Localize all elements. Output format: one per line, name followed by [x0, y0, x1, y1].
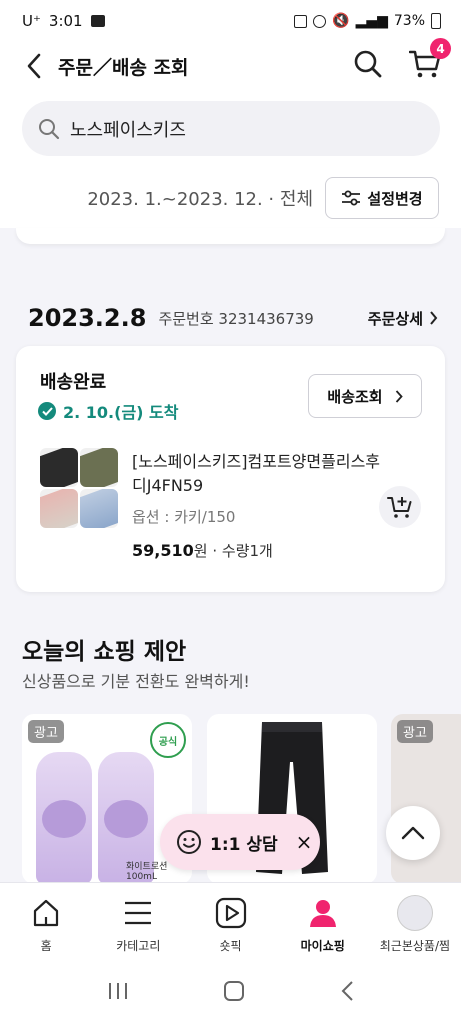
nav-shortpick-label: 숏픽	[219, 939, 242, 953]
nav-recent[interactable]: 최근본상품/찜	[369, 883, 461, 962]
filter-settings-label: 설정변경	[367, 189, 423, 208]
menu-icon	[120, 895, 156, 931]
track-delivery-button[interactable]: 배송조회	[308, 374, 422, 418]
order-card: 배송완료 2. 10.(금) 도착 배송조회 [노스페이스키즈]컴포트양면플리스…	[16, 346, 445, 592]
track-delivery-label: 배송조회	[327, 387, 383, 406]
cart-button[interactable]: 4	[408, 38, 451, 83]
order-detail-label: 주문상세	[367, 309, 423, 328]
nav-category-label: 카테고리	[116, 939, 161, 953]
alarm-icon	[313, 14, 327, 28]
clock: 3:01	[48, 12, 83, 30]
back-arrow-icon	[27, 53, 41, 79]
nav-myshopping[interactable]: 마이쇼핑	[277, 883, 369, 962]
chat-consult-button[interactable]: 1:1 상담 ×	[160, 814, 320, 870]
nav-category[interactable]: 카테고리	[92, 883, 184, 962]
back-chevron-icon	[341, 981, 353, 1001]
add-to-cart-button[interactable]	[379, 486, 421, 528]
battery-level: 73%	[393, 13, 425, 29]
person-icon	[305, 895, 341, 931]
recommended-product-card[interactable]: 광고	[391, 714, 461, 884]
filter-settings-button[interactable]: 설정변경	[325, 177, 439, 219]
recent-apps-icon	[109, 983, 128, 999]
product-thumbnail[interactable]	[40, 448, 118, 528]
order-detail-link[interactable]: 주문상세	[368, 308, 438, 329]
play-icon	[213, 895, 249, 931]
period-filter: 2023. 1.~2023. 12. · 전체 설정변경	[0, 168, 461, 228]
notification-icon	[294, 14, 308, 28]
gallery-notification-icon	[90, 15, 105, 27]
arrival-info: 2. 10.(금) 도착	[38, 399, 178, 423]
home-square-icon	[224, 981, 245, 1001]
recommendation-subtitle: 신상품으로 기분 전환도 완벽하게!	[22, 672, 250, 691]
close-icon[interactable]: ×	[296, 830, 313, 854]
delivery-status: 배송완료	[40, 372, 107, 393]
nav-shortpick[interactable]: 숏픽	[184, 883, 276, 962]
search-icon	[354, 50, 382, 78]
check-circle-icon	[38, 402, 56, 420]
product-price: 59,510원 · 수량1개	[132, 540, 273, 561]
bottom-navigation: 홈 카테고리 숏픽 마이쇼핑 최근본상품/찜	[0, 882, 461, 962]
chevron-right-icon	[430, 311, 438, 325]
chevron-up-icon	[401, 826, 425, 840]
order-date: 2023.2.8	[28, 304, 147, 332]
chevron-right-icon	[395, 389, 403, 403]
search-query: 노스페이스키즈	[70, 119, 186, 141]
price-value: 59,510	[132, 541, 194, 560]
sliders-icon	[342, 190, 361, 206]
app-bar: 주문／배송 조회 4	[0, 38, 461, 90]
previous-order-card	[16, 228, 445, 244]
product-image	[36, 752, 92, 884]
recent-apps-button[interactable]	[107, 981, 129, 1005]
recent-products-icon	[396, 895, 433, 931]
cart-count-badge: 4	[430, 38, 451, 59]
ad-badge: 광고	[28, 720, 64, 743]
smile-icon	[177, 830, 201, 854]
period-range: 2023. 1.~2023. 12. · 전체	[87, 189, 313, 210]
home-button[interactable]	[223, 980, 245, 1006]
page-title: 주문／배송 조회	[58, 56, 189, 79]
scroll-to-top-button[interactable]	[386, 806, 440, 860]
chat-label: 1:1 상담	[210, 834, 278, 855]
mute-icon: 🔇	[332, 13, 350, 29]
official-badge: 공식	[150, 722, 186, 758]
recommendation-title: 오늘의 쇼핑 제안	[22, 639, 187, 665]
home-icon	[28, 895, 64, 931]
nav-home-label: 홈	[40, 939, 52, 953]
arrival-date: 2. 10.(금) 도착	[63, 403, 179, 422]
system-navigation-bar	[0, 962, 461, 1024]
signal-icon: ▂▄▆	[355, 13, 388, 29]
battery-icon	[431, 13, 441, 29]
search-input[interactable]: 노스페이스키즈	[22, 101, 440, 156]
product-option: 옵션 : 카키/150	[132, 508, 236, 526]
nav-home[interactable]: 홈	[0, 883, 92, 962]
cart-plus-icon	[387, 497, 412, 518]
back-system-button[interactable]	[340, 980, 354, 1006]
ad-badge: 광고	[397, 720, 433, 743]
order-number: 주문번호 3231436739	[158, 309, 314, 328]
back-button[interactable]	[20, 52, 48, 80]
nav-myshopping-label: 마이쇼핑	[300, 939, 345, 953]
status-bar: U⁺ 3:01 🔇 ▂▄▆ 73%	[0, 0, 461, 42]
search-button[interactable]	[353, 49, 383, 83]
search-area: 노스페이스키즈	[0, 90, 461, 168]
order-header: 2023.2.8 주문번호 3231436739 주문상세	[28, 300, 438, 336]
nav-recent-label: 최근본상품/찜	[379, 939, 451, 953]
carrier-label: U⁺	[22, 12, 41, 30]
price-suffix: 원 · 수량1개	[193, 542, 273, 560]
product-name[interactable]: [노스페이스키즈]컴포트양면플리스후디J4FN59	[132, 450, 382, 498]
search-icon	[39, 118, 60, 139]
